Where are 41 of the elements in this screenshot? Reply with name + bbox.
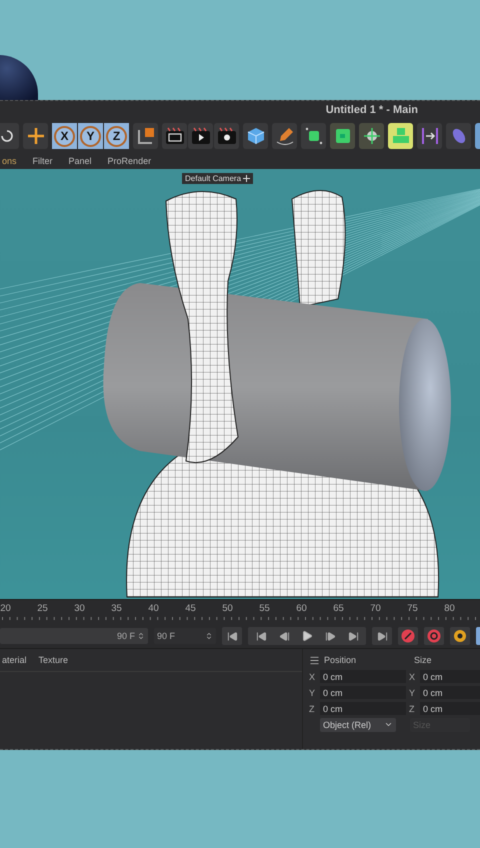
max-frame-field[interactable]: 90 F (154, 628, 216, 644)
frame-number: 75 (406, 603, 419, 614)
axis-label: X (309, 672, 316, 682)
menu-item[interactable]: ons (2, 156, 17, 166)
axis-label: Y (309, 688, 316, 698)
axis-label: Z (309, 704, 316, 714)
size-field[interactable]: 0 cm (420, 686, 480, 699)
frame-number: 70 (369, 603, 382, 614)
size-field[interactable]: 0 cm (420, 702, 480, 715)
axis-label: Z (409, 704, 416, 714)
position-field[interactable]: 0 cm (320, 686, 406, 699)
axis-lock-button[interactable]: Z (104, 123, 129, 149)
frame-number: 80 (443, 603, 456, 614)
column-header: Size (414, 655, 432, 665)
frame-number: 35 (110, 603, 123, 614)
frame-number: 45 (184, 603, 197, 614)
axis-lock-button[interactable]: X (52, 123, 77, 149)
frame-number: 60 (295, 603, 308, 614)
menu-item[interactable]: Panel (68, 156, 92, 166)
menu-item[interactable]: Filter (32, 156, 53, 166)
frame-number: 30 (73, 603, 86, 614)
window-title: Untitled 1 * - Main (326, 104, 418, 116)
frame-number: 50 (221, 603, 234, 614)
frame-number: 40 (147, 603, 160, 614)
camera-label[interactable]: Default Camera (182, 173, 254, 184)
size-field[interactable]: 0 cm (420, 670, 480, 683)
menu-item[interactable]: Texture (38, 655, 68, 665)
menu-item[interactable]: ProRender (108, 156, 152, 166)
mode-dropdown[interactable]: Object (Rel) (320, 718, 396, 732)
frame-number: 65 (332, 603, 345, 614)
frame-number: 25 (36, 603, 49, 614)
column-header: Position (324, 655, 358, 665)
axis-label: X (409, 672, 416, 682)
end-frame-field[interactable]: 90 F (0, 628, 148, 644)
position-field[interactable]: 0 cm (320, 702, 406, 715)
axis-label: Y (409, 688, 416, 698)
axis-lock-button[interactable]: Y (78, 123, 103, 149)
frame-number: 20 (0, 603, 12, 614)
frame-number: 55 (258, 603, 271, 614)
position-field[interactable]: 0 cm (320, 670, 406, 683)
menu-item[interactable]: aterial (2, 655, 27, 665)
